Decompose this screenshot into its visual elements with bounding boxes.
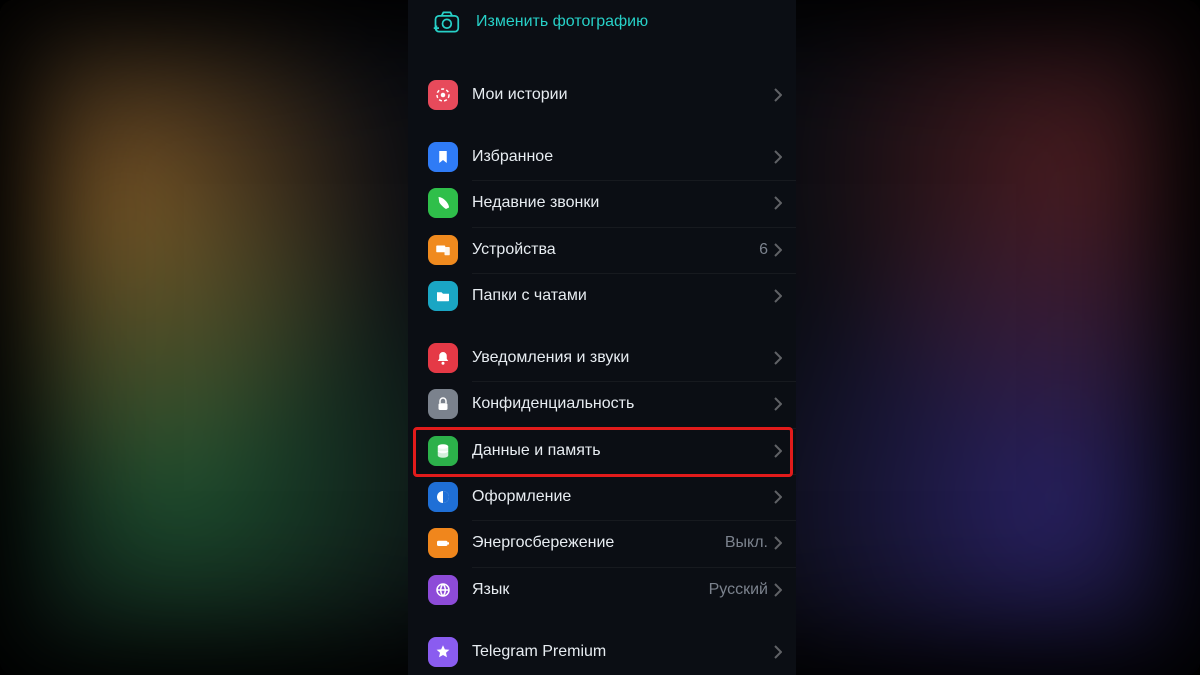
row-language[interactable]: Язык Русский (408, 567, 796, 613)
row-value: Выкл. (725, 534, 768, 552)
row-power-saving[interactable]: Энергосбережение Выкл. (408, 520, 796, 566)
chevron-right-icon (774, 583, 782, 597)
change-photo-row[interactable]: Изменить фотографию (408, 0, 796, 56)
row-label: Мои истории (472, 86, 774, 104)
row-calls[interactable]: Недавние звонки (408, 180, 796, 226)
row-label: Недавние звонки (472, 194, 774, 212)
chevron-right-icon (774, 444, 782, 458)
row-label: Энергосбережение (472, 534, 725, 552)
row-folders[interactable]: Папки с чатами (408, 273, 796, 319)
row-notifications[interactable]: Уведомления и звуки (408, 335, 796, 381)
row-value: Русский (709, 581, 768, 599)
row-my-stories[interactable]: Мои истории (408, 72, 796, 118)
row-saved[interactable]: Избранное (408, 134, 796, 180)
row-label: Язык (472, 581, 709, 599)
row-label: Данные и память (472, 442, 774, 460)
chevron-right-icon (774, 88, 782, 102)
chevron-right-icon (774, 536, 782, 550)
row-appearance[interactable]: Оформление (408, 474, 796, 520)
lock-icon (428, 389, 458, 419)
chevron-right-icon (774, 490, 782, 504)
phone-icon (428, 188, 458, 218)
row-label: Папки с чатами (472, 287, 774, 305)
bell-icon (428, 343, 458, 373)
chevron-right-icon (774, 289, 782, 303)
database-icon (428, 436, 458, 466)
row-label: Оформление (472, 488, 774, 506)
change-photo-label: Изменить фотографию (476, 13, 648, 31)
row-label: Избранное (472, 148, 774, 166)
row-devices[interactable]: Устройства 6 (408, 227, 796, 273)
camera-plus-icon (432, 10, 460, 34)
stories-icon (428, 80, 458, 110)
battery-icon (428, 528, 458, 558)
folder-icon (428, 281, 458, 311)
devices-icon (428, 235, 458, 265)
chevron-right-icon (774, 150, 782, 164)
theme-icon (428, 482, 458, 512)
row-label: Уведомления и звуки (472, 349, 774, 367)
row-privacy[interactable]: Конфиденциальность (408, 381, 796, 427)
bookmark-icon (428, 142, 458, 172)
star-icon (428, 637, 458, 667)
row-label: Telegram Premium (472, 643, 774, 661)
row-label: Устройства (472, 241, 759, 259)
row-label: Конфиденциальность (472, 395, 774, 413)
chevron-right-icon (774, 243, 782, 257)
row-data-storage[interactable]: Данные и память (408, 428, 796, 474)
row-premium[interactable]: Telegram Premium (408, 629, 796, 675)
settings-panel: Изменить фотографию Мои истории Избранно… (408, 0, 796, 675)
globe-icon (428, 575, 458, 605)
chevron-right-icon (774, 645, 782, 659)
chevron-right-icon (774, 351, 782, 365)
row-value: 6 (759, 241, 768, 259)
chevron-right-icon (774, 196, 782, 210)
chevron-right-icon (774, 397, 782, 411)
